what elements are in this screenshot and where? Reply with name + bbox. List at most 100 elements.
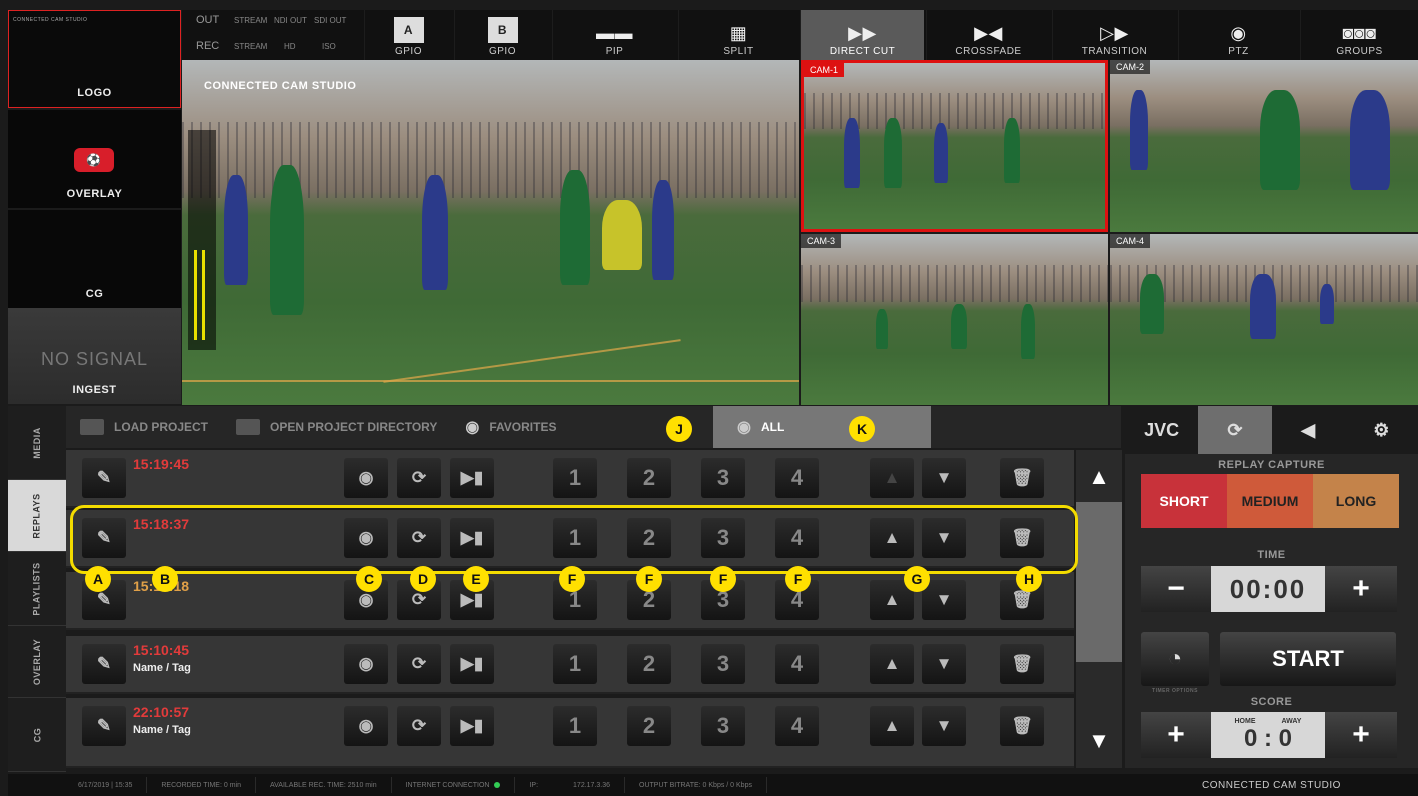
score-home-plus-button[interactable]: + bbox=[1141, 712, 1211, 758]
side-tab-overlay[interactable]: OVERLAY bbox=[8, 626, 66, 698]
camera-2-button[interactable]: 2 bbox=[627, 706, 671, 746]
move-up-arrow-icon[interactable]: ▲ bbox=[870, 644, 914, 684]
camera-3-button[interactable]: 3 bbox=[701, 706, 745, 746]
long-capture-button[interactable]: LONG bbox=[1313, 474, 1399, 528]
camera-4-button[interactable]: 4 bbox=[775, 644, 819, 684]
tab-all[interactable]: ◉ ALL bbox=[713, 406, 931, 448]
delete-trash-icon[interactable]: 🗑 bbox=[1000, 706, 1044, 746]
cam-3-tile[interactable]: CAM-3 bbox=[801, 234, 1108, 405]
scroll-down-icon[interactable]: ▼ bbox=[1076, 716, 1122, 766]
cam-1-tile[interactable]: CAM-1 bbox=[801, 60, 1108, 232]
cg-source[interactable]: CG bbox=[8, 210, 181, 308]
audio-tab-icon[interactable]: ◀ bbox=[1272, 406, 1345, 454]
favorite-eye-icon[interactable]: ◉ bbox=[344, 706, 388, 746]
rec-hd-toggle[interactable]: HD bbox=[284, 42, 296, 51]
side-tab-playlists[interactable]: PLAYLISTS bbox=[8, 552, 66, 626]
overlay-source[interactable]: ⚽ OVERLAY bbox=[8, 110, 181, 208]
timer-options-button[interactable]: ◔ bbox=[1141, 632, 1209, 686]
camera-2-button[interactable]: 2 bbox=[627, 644, 671, 684]
favorite-eye-icon[interactable]: ◉ bbox=[344, 644, 388, 684]
camera-3-button[interactable]: 3 bbox=[701, 458, 745, 498]
cam-4-tile[interactable]: CAM-4 bbox=[1110, 234, 1418, 405]
favorite-eye-icon[interactable]: ◉ bbox=[344, 458, 388, 498]
load-project-button[interactable]: LOAD PROJECT bbox=[66, 406, 222, 448]
rec-iso-toggle[interactable]: ISO bbox=[322, 42, 336, 51]
replay-row[interactable]: ✎ 22:10:57 Name / Tag ◉ ⟳ ▶▮ 1 2 3 4 ▲ ▼ 🗑 bbox=[66, 698, 1074, 768]
program-title: CONNECTED CAM STUDIO bbox=[204, 80, 357, 92]
time-plus-button[interactable]: + bbox=[1325, 566, 1397, 612]
status-ip: IP: 172.17.3.36 bbox=[515, 777, 626, 793]
out-sdi-toggle[interactable]: SDI OUT bbox=[314, 16, 346, 25]
delete-trash-icon[interactable]: 🗑 bbox=[1000, 644, 1044, 684]
side-tab-replays[interactable]: REPLAYS bbox=[8, 480, 66, 552]
pip-button[interactable]: ▬▬ PIP bbox=[552, 10, 676, 60]
crossfade-icon: ▶◀ bbox=[974, 23, 1003, 43]
jvc-tab[interactable]: JVC bbox=[1125, 406, 1198, 454]
time-minus-button[interactable]: − bbox=[1141, 566, 1211, 612]
replay-icon[interactable]: ⟳ bbox=[397, 644, 441, 684]
annotation-badge: G bbox=[904, 566, 930, 592]
scroll-up-icon[interactable]: ▲ bbox=[1076, 452, 1122, 502]
score-away-plus-button[interactable]: + bbox=[1325, 712, 1397, 758]
replay-scrollbar[interactable]: ▲ ▼ bbox=[1076, 450, 1122, 768]
tab-favorites[interactable]: ◉ FAVORITES bbox=[451, 406, 570, 448]
out-ndi-toggle[interactable]: NDI OUT bbox=[274, 16, 307, 25]
edit-pencil-icon[interactable]: ✎ bbox=[82, 706, 126, 746]
logo-source[interactable]: CONNECTED CAM STUDIO LOGO bbox=[8, 10, 181, 108]
camera-4-button[interactable]: 4 bbox=[775, 706, 819, 746]
gpio-a-button[interactable]: A GPIO bbox=[364, 10, 452, 60]
move-up-arrow-icon[interactable]: ▲ bbox=[870, 706, 914, 746]
pip-icon: ▬▬ bbox=[596, 23, 633, 43]
camera-4-button[interactable]: 4 bbox=[775, 458, 819, 498]
camera-1-button[interactable]: 1 bbox=[553, 644, 597, 684]
time-label: TIME bbox=[1257, 549, 1286, 561]
camera-3-button[interactable]: 3 bbox=[701, 644, 745, 684]
out-stream-toggle[interactable]: STREAM bbox=[234, 16, 267, 25]
groups-button[interactable]: ◙◙◙ GROUPS bbox=[1300, 10, 1418, 60]
replay-tag: Name / Tag bbox=[133, 662, 191, 674]
camera-play-icon[interactable]: ▶▮ bbox=[450, 706, 494, 746]
replay-row[interactable]: ✎ 15:10:45 Name / Tag ◉ ⟳ ▶▮ 1 2 3 4 ▲ ▼ 🗑 bbox=[66, 636, 1074, 694]
rec-stream-toggle[interactable]: STREAM bbox=[234, 42, 267, 51]
side-tab-cg[interactable]: CG bbox=[8, 698, 66, 772]
split-button[interactable]: ▦ SPLIT bbox=[678, 10, 798, 60]
cam-1-label: CAM-1 bbox=[804, 63, 845, 77]
short-capture-button[interactable]: SHORT bbox=[1141, 474, 1227, 528]
start-button[interactable]: START bbox=[1220, 632, 1396, 686]
replay-capture-title: REPLAY CAPTURE bbox=[1218, 459, 1325, 471]
direct-cut-icon: ▶▶ bbox=[848, 23, 877, 43]
move-down-arrow-icon[interactable]: ▼ bbox=[922, 458, 966, 498]
ptz-label: PTZ bbox=[1228, 46, 1249, 57]
cam-2-tile[interactable]: CAM-2 bbox=[1110, 60, 1418, 232]
gpio-b-button[interactable]: B GPIO bbox=[454, 10, 550, 60]
edit-pencil-icon[interactable]: ✎ bbox=[82, 458, 126, 498]
ptz-button[interactable]: ◉ PTZ bbox=[1178, 10, 1298, 60]
replay-icon[interactable]: ⟳ bbox=[397, 458, 441, 498]
medium-capture-button[interactable]: MEDIUM bbox=[1227, 474, 1313, 528]
direct-cut-button[interactable]: ▶▶ DIRECT CUT bbox=[800, 10, 924, 60]
score-label: SCORE bbox=[1250, 696, 1293, 708]
open-project-directory-button[interactable]: OPEN PROJECT DIRECTORY bbox=[222, 406, 451, 448]
replay-icon[interactable]: ⟳ bbox=[397, 706, 441, 746]
annotation-badge: F bbox=[710, 566, 736, 592]
move-up-arrow-icon[interactable]: ▲ bbox=[870, 458, 914, 498]
side-tab-media[interactable]: MEDIA bbox=[8, 406, 66, 480]
camera-1-button[interactable]: 1 bbox=[553, 458, 597, 498]
camera-play-icon[interactable]: ▶▮ bbox=[450, 644, 494, 684]
replay-row[interactable]: ✎ 15:19:45 ◉ ⟳ ▶▮ 1 2 3 4 ▲ ▼ 🗑 bbox=[66, 450, 1074, 508]
camera-1-button[interactable]: 1 bbox=[553, 706, 597, 746]
delete-trash-icon[interactable]: 🗑 bbox=[1000, 458, 1044, 498]
scroll-thumb[interactable] bbox=[1076, 502, 1122, 662]
move-down-arrow-icon[interactable]: ▼ bbox=[922, 580, 966, 620]
camera-2-button[interactable]: 2 bbox=[627, 458, 671, 498]
move-down-arrow-icon[interactable]: ▼ bbox=[922, 644, 966, 684]
move-down-arrow-icon[interactable]: ▼ bbox=[922, 706, 966, 746]
ingest-source[interactable]: NO SIGNAL INGEST bbox=[8, 308, 181, 404]
crossfade-button[interactable]: ▶◀ CROSSFADE bbox=[926, 10, 1050, 60]
transition-button[interactable]: ▷▶ TRANSITION bbox=[1052, 10, 1176, 60]
replay-tab-icon[interactable]: ⟳ bbox=[1198, 406, 1272, 454]
settings-gear-icon[interactable]: ⚙ bbox=[1345, 406, 1418, 454]
edit-pencil-icon[interactable]: ✎ bbox=[82, 644, 126, 684]
logo-label: LOGO bbox=[77, 87, 112, 99]
camera-play-icon[interactable]: ▶▮ bbox=[450, 458, 494, 498]
